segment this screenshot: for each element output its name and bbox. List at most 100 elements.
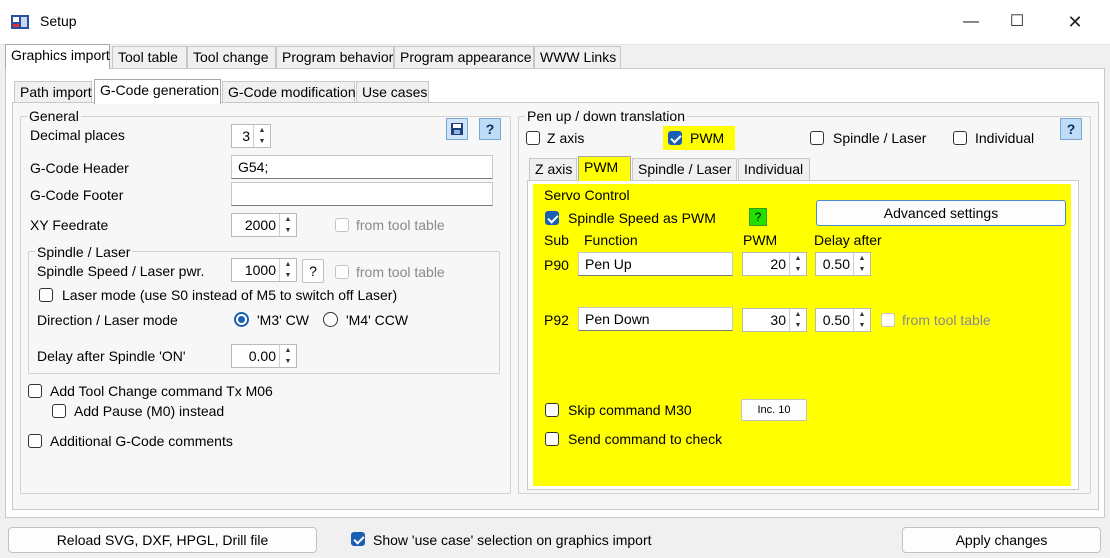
cw-radio[interactable] [234,312,249,327]
pen-title: Pen up / down translation [525,108,687,124]
feedrate-from-tool-table-label: from tool table [356,217,445,233]
tab-tool-table[interactable]: Tool table [112,46,187,68]
gcode-header-label: G-Code Header [30,160,129,176]
spindle-from-tool-table-checkbox[interactable] [335,265,349,279]
spin-down-icon[interactable]: ▼ [254,136,270,147]
close-icon[interactable]: ✕ [1052,0,1098,44]
row1-delay-stepper[interactable]: 0.50 ▲ ▼ [815,252,871,276]
row1-sub: P90 [544,257,569,273]
col-pwm-header: PWM [743,232,778,248]
individual-checkbox[interactable] [953,131,967,145]
maximize-icon[interactable]: ☐ [994,0,1040,44]
laser-mode-label: Laser mode (use S0 instead of M5 to swit… [62,287,398,303]
tab-program-behavior[interactable]: Program behavior [276,46,394,68]
spin-down-icon[interactable]: ▼ [854,320,870,331]
title-bar: Setup — ☐ ✕ [0,0,1110,45]
tab-spindle-laser[interactable]: Spindle / Laser [632,158,737,180]
inc-10-button[interactable]: Inc. 10 [741,399,807,421]
skip-m30-checkbox[interactable] [545,403,559,417]
row2-from-tool-table-checkbox[interactable] [881,313,895,327]
row2-pwm-stepper[interactable]: 30 ▲ ▼ [742,308,807,332]
show-use-case-checkbox[interactable] [351,532,365,546]
spindle-speed-label: Spindle Speed / Laser pwr. [37,263,205,279]
general-title: General [27,108,81,124]
general-help-button[interactable]: ? [479,118,501,140]
spindle-speed-stepper[interactable]: 1000 ▲ ▼ [231,258,297,282]
pause-checkbox[interactable] [52,404,66,418]
gcode-footer-input[interactable] [231,182,493,206]
minimize-icon[interactable]: — [948,0,994,44]
gcode-header-input[interactable]: G54; [231,155,493,179]
tab-pwm[interactable]: PWM [578,156,631,181]
tab-z-axis[interactable]: Z axis [529,158,577,180]
apply-changes-button[interactable]: Apply changes [902,527,1101,553]
laser-mode-checkbox[interactable] [39,288,53,302]
gcode-footer-label: G-Code Footer [30,187,124,203]
spin-up-icon[interactable]: ▲ [790,309,806,320]
row2-function-input[interactable]: Pen Down [578,307,733,331]
row1-delay-value: 0.50 [822,256,850,272]
individual-label: Individual [975,130,1035,146]
row2-delay-stepper[interactable]: 0.50 ▲ ▼ [815,308,871,332]
send-check-checkbox[interactable] [545,432,559,446]
spin-down-icon[interactable]: ▼ [280,225,296,236]
comments-checkbox[interactable] [28,434,42,448]
tool-change-checkbox[interactable] [28,384,42,398]
z-axis-checkbox[interactable] [526,131,540,145]
direction-label: Direction / Laser mode [37,312,178,328]
delay-spindle-stepper[interactable]: 0.00 ▲ ▼ [231,344,297,368]
row2-sub: P92 [544,312,569,328]
col-delay-header: Delay after [814,232,882,248]
row2-from-tool-table-label: from tool table [902,312,991,328]
spin-down-icon[interactable]: ▼ [790,320,806,331]
reload-file-button[interactable]: Reload SVG, DXF, HPGL, Drill file [8,527,317,553]
spin-down-icon[interactable]: ▼ [280,270,296,281]
pen-help-button[interactable]: ? [1060,118,1082,140]
tab-tool-change[interactable]: Tool change [187,46,276,68]
spin-up-icon[interactable]: ▲ [280,214,296,225]
row1-pwm-stepper[interactable]: 20 ▲ ▼ [742,252,807,276]
servo-help-button[interactable]: ? [749,208,767,226]
tab-gcode-modification[interactable]: G-Code modification [222,81,356,103]
spin-up-icon[interactable]: ▲ [854,253,870,264]
tab-path-import[interactable]: Path import [14,81,92,103]
spindle-pwm-checkbox[interactable] [545,211,559,225]
decimal-places-value: 3 [242,128,250,144]
spin-up-icon[interactable]: ▲ [790,253,806,264]
spin-up-icon[interactable]: ▲ [254,125,270,136]
spindle-help-button[interactable]: ? [302,259,324,283]
pwm-checkbox[interactable] [668,131,682,145]
feedrate-from-tool-table-checkbox[interactable] [335,218,349,232]
ccw-radio[interactable] [323,312,338,327]
delay-spindle-value: 0.00 [248,348,276,364]
servo-control-title: Servo Control [544,187,630,203]
spin-up-icon[interactable]: ▲ [854,309,870,320]
spin-down-icon[interactable]: ▼ [280,356,296,367]
tab-www-links[interactable]: WWW Links [534,46,621,68]
save-icon[interactable] [446,118,468,140]
spindle-laser-checkbox[interactable] [810,131,824,145]
send-check-label: Send command to check [568,431,723,447]
row2-pwm-value: 30 [770,312,786,328]
decimal-places-stepper[interactable]: 3 ▲ ▼ [231,124,271,148]
spin-up-icon[interactable]: ▲ [280,345,296,356]
tab-gcode-generation[interactable]: G-Code generation [94,79,221,104]
spin-up-icon[interactable]: ▲ [280,259,296,270]
xy-feedrate-value: 2000 [244,217,276,233]
xy-feedrate-stepper[interactable]: 2000 ▲ ▼ [231,213,297,237]
col-function-header: Function [584,232,638,248]
tab-use-cases[interactable]: Use cases [356,81,429,103]
spin-down-icon[interactable]: ▼ [790,264,806,275]
advanced-settings-button[interactable]: Advanced settings [816,200,1066,226]
spin-down-icon[interactable]: ▼ [854,264,870,275]
tab-individual[interactable]: Individual [738,158,810,180]
show-use-case-label: Show 'use case' selection on graphics im… [373,532,652,548]
ccw-label: 'M4' CCW [346,312,409,328]
row1-function-input[interactable]: Pen Up [578,252,733,276]
cw-label: 'M3' CW [257,312,310,328]
tab-program-appearance[interactable]: Program appearance [394,46,534,68]
pause-label: Add Pause (M0) instead [74,403,225,419]
decimal-places-label: Decimal places [30,127,125,143]
row2-delay-value: 0.50 [822,312,850,328]
tab-graphics-import[interactable]: Graphics import [5,44,110,69]
